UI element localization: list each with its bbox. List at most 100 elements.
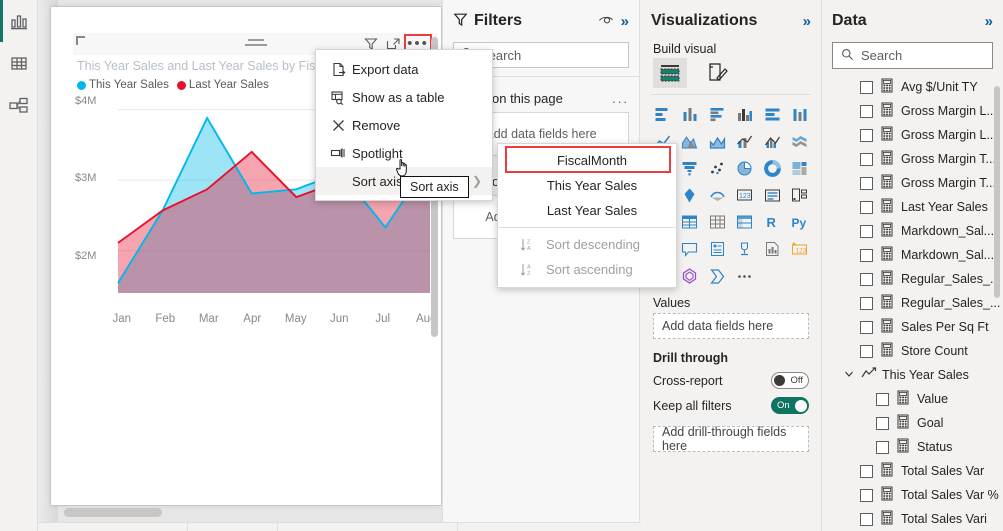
line-clustered-column-chart-icon[interactable] [759, 129, 786, 153]
arcgis-map-icon[interactable] [704, 183, 731, 207]
legend-item-this-year[interactable]: This Year Sales [77, 79, 169, 91]
python-visual-icon[interactable]: Py [787, 210, 814, 234]
visio-icon[interactable] [677, 264, 704, 288]
slicer-icon[interactable] [677, 210, 704, 234]
visual-drag-handle[interactable] [244, 39, 267, 49]
q-and-a-icon[interactable] [677, 237, 704, 261]
field-checkbox[interactable] [860, 464, 873, 478]
data-search-input[interactable]: Search [832, 42, 993, 69]
chevron-down-icon[interactable] [844, 368, 856, 383]
data-field-row[interactable]: Gross Margin T... [822, 171, 1003, 195]
build-visual-icon[interactable] [653, 58, 687, 88]
data-field-row[interactable]: Gross Margin L... [822, 123, 1003, 147]
sort-submenu-item-fiscalmonth[interactable]: FiscalMonth [498, 148, 676, 173]
card-icon[interactable] [759, 183, 786, 207]
key-influencers-icon[interactable] [732, 237, 759, 261]
gauge-icon[interactable]: 123 [732, 183, 759, 207]
collapse-data-chevron-icon[interactable]: » [985, 13, 993, 30]
filters-section-more-icon[interactable]: ... [612, 91, 629, 106]
power-automate-icon[interactable] [704, 264, 731, 288]
hide-pane-eye-icon[interactable] [598, 14, 615, 29]
r-script-visual-icon[interactable]: R [759, 210, 786, 234]
stacked-area-chart-icon[interactable] [704, 129, 731, 153]
data-field-row[interactable]: Regular_Sales_... [822, 291, 1003, 315]
canvas-horizontal-scrollbar[interactable] [64, 508, 162, 517]
field-checkbox[interactable] [860, 320, 873, 334]
sort-submenu-item-last-year-sales[interactable]: Last Year Sales [498, 198, 676, 223]
data-field-row[interactable]: Markdown_Sal... [822, 243, 1003, 267]
data-field-row[interactable]: Markdown_Sal... [822, 219, 1003, 243]
data-field-row[interactable]: Sales Per Sq Ft [822, 315, 1003, 339]
page-tab[interactable] [38, 523, 188, 531]
data-field-row[interactable]: Goal [822, 411, 1003, 435]
field-checkbox[interactable] [860, 152, 873, 166]
ribbon-chart-icon[interactable] [787, 129, 814, 153]
stacked-column-chart-icon[interactable] [677, 102, 704, 126]
data-field-row[interactable]: Value [822, 387, 1003, 411]
field-checkbox[interactable] [860, 488, 873, 502]
page-tab[interactable] [278, 523, 458, 531]
data-field-row[interactable]: Gross Margin L... [822, 99, 1003, 123]
page-tab[interactable] [188, 523, 278, 531]
field-checkbox[interactable] [860, 296, 873, 310]
legend-item-last-year[interactable]: Last Year Sales [176, 79, 269, 91]
data-field-row[interactable]: Total Sales Var % [822, 483, 1003, 507]
nav-report-view[interactable] [0, 0, 38, 42]
filled-map-icon[interactable] [677, 183, 704, 207]
field-checkbox[interactable] [860, 344, 873, 358]
data-field-row[interactable]: Total Sales Var [822, 459, 1003, 483]
power-apps-icon[interactable]: 123 [787, 237, 814, 261]
clustered-bar-chart-icon[interactable] [704, 102, 731, 126]
data-field-row[interactable]: Status [822, 435, 1003, 459]
drill-through-dropzone[interactable]: Add drill-through fields here [653, 425, 809, 453]
field-checkbox[interactable] [876, 392, 889, 406]
data-field-row[interactable]: Avg $/Unit TY [822, 75, 1003, 99]
clustered-column-chart-icon[interactable] [732, 102, 759, 126]
data-field-row[interactable]: Total Sales Vari [822, 507, 1003, 531]
field-checkbox[interactable] [860, 224, 873, 238]
data-field-row[interactable]: Regular_Sales_... [822, 267, 1003, 291]
line-stacked-column-chart-icon[interactable] [732, 129, 759, 153]
field-checkbox[interactable] [876, 440, 889, 454]
paginated-report-icon[interactable] [759, 237, 786, 261]
smart-narrative-icon[interactable] [704, 237, 731, 261]
field-checkbox[interactable] [860, 104, 873, 118]
funnel-chart-icon[interactable] [677, 156, 704, 180]
context-menu-item-remove[interactable]: Remove [316, 111, 492, 139]
page-tab[interactable] [458, 523, 638, 531]
data-field-row[interactable]: Gross Margin T... [822, 147, 1003, 171]
treemap-icon[interactable] [787, 156, 814, 180]
sort-submenu-item-this-year-sales[interactable]: This Year Sales [498, 173, 676, 198]
nav-data-view[interactable] [0, 42, 38, 84]
field-checkbox[interactable] [860, 176, 873, 190]
context-menu-item-show-as-a-table[interactable]: Show as a table [316, 83, 492, 111]
data-field-row[interactable]: Last Year Sales [822, 195, 1003, 219]
field-checkbox[interactable] [860, 512, 873, 526]
field-checkbox[interactable] [860, 272, 873, 286]
keep-all-filters-toggle[interactable]: On [771, 397, 809, 414]
field-checkbox[interactable] [860, 80, 873, 94]
field-checkbox[interactable] [860, 248, 873, 262]
100-stacked-column-chart-icon[interactable] [787, 102, 814, 126]
scatter-chart-icon[interactable] [704, 156, 731, 180]
data-field-row[interactable]: Store Count [822, 339, 1003, 363]
field-checkbox[interactable] [860, 128, 873, 142]
field-checkbox[interactable] [860, 200, 873, 214]
donut-chart-icon[interactable] [759, 156, 786, 180]
collapse-filters-chevron-icon[interactable]: » [621, 13, 629, 30]
collapse-visualizations-chevron-icon[interactable]: » [803, 13, 811, 30]
matrix-icon[interactable] [732, 210, 759, 234]
values-dropzone[interactable]: Add data fields here [653, 313, 809, 339]
nav-model-view[interactable] [0, 84, 38, 126]
table-icon[interactable] [704, 210, 731, 234]
more-visuals-icon[interactable] [732, 264, 759, 288]
multi-row-card-icon[interactable] [787, 183, 814, 207]
data-pane-scrollbar[interactable] [994, 86, 1000, 298]
stacked-bar-chart-icon[interactable] [649, 102, 676, 126]
format-paint-roller-icon[interactable] [701, 58, 735, 88]
area-chart-icon[interactable] [677, 129, 704, 153]
100-stacked-bar-chart-icon[interactable] [759, 102, 786, 126]
data-field-group-this-year-sales[interactable]: This Year Sales [822, 363, 1003, 387]
field-checkbox[interactable] [876, 416, 889, 430]
context-menu-item-export-data[interactable]: Export data [316, 55, 492, 83]
